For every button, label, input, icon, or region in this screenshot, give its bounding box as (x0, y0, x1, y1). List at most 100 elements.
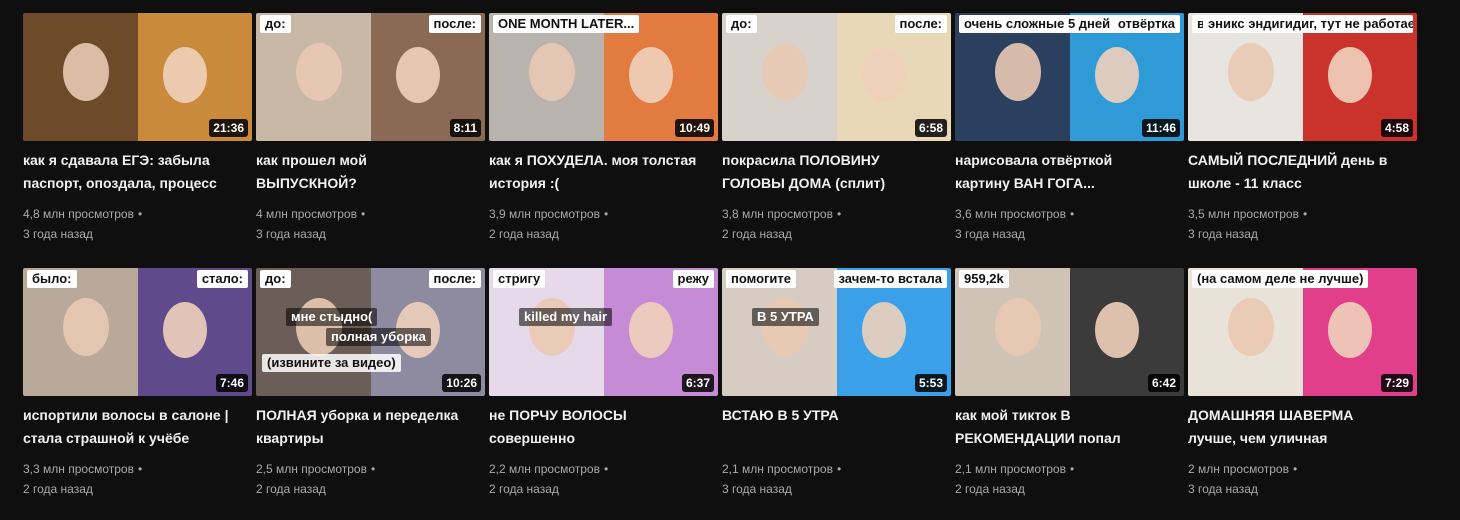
video-thumbnail[interactable]: помогите зачем-то встала В 5 УТРА 5:53 (722, 268, 951, 396)
upload-date: 2 года назад (489, 227, 559, 241)
view-count: 2,1 млн просмотров (722, 462, 833, 476)
video-meta: ВСТАЮ В 5 УТРА 2,1 млн просмотров • 3 год… (722, 396, 951, 499)
video-views-line: 4 млн просмотров • (256, 204, 485, 224)
video-views-line: 3,6 млн просмотров • (955, 204, 1184, 224)
thumbnail-overlay-text: В 5 УТРА (752, 308, 819, 326)
thumbnail-overlay-text: до: (260, 270, 291, 288)
thumbnail-overlay-text: было: (27, 270, 77, 288)
thumbnail-overlay-text: после: (428, 270, 481, 288)
video-title[interactable]: покрасила ПОЛОВИНУ ГОЛОВЫ ДОМА (сплит) (722, 149, 932, 195)
meta-separator: • (836, 207, 842, 221)
upload-date: 3 года назад (1188, 482, 1258, 496)
video-thumbnail[interactable]: стригу режу killed my hair 6:37 (489, 268, 718, 396)
thumbnail-overlay-text: эникс эндигидиг, тут не работает! (1203, 15, 1413, 33)
duration-badge: 5:53 (914, 374, 947, 392)
video-thumbnail[interactable]: ONE MONTH LATER... 10:49 (489, 13, 718, 141)
duration-badge: 21:36 (209, 119, 248, 137)
video-meta: нарисовала отвёрткой картину ВАН ГОГА...… (955, 141, 1184, 244)
thumbnail-face (529, 43, 575, 101)
thumbnail-face (862, 47, 906, 103)
thumbnail-face (995, 43, 1041, 101)
video-views-line: 4,8 млн просмотров • (23, 204, 252, 224)
meta-separator: • (1069, 462, 1075, 476)
thumbnail-overlay-text: (извините за видео) (262, 354, 401, 372)
thumbnail-face (63, 43, 109, 101)
thumbnail-face (396, 47, 440, 103)
upload-date: 2 года назад (722, 227, 792, 241)
duration-badge: 6:37 (681, 374, 714, 392)
video-card-11[interactable]: 959,2k 6:42 как мой тикток В РЕКОМЕНДАЦИ… (955, 268, 1184, 520)
view-count: 3,9 млн просмотров (489, 207, 600, 221)
thumbnail-overlay-text: помогите (726, 270, 797, 288)
thumbnail-face (1228, 298, 1274, 356)
video-title[interactable]: ПОЛНАЯ уборка и переделка квартиры (256, 404, 466, 450)
view-count: 2,2 млн просмотров (489, 462, 600, 476)
video-meta: покрасила ПОЛОВИНУ ГОЛОВЫ ДОМА (сплит) 3… (722, 141, 951, 244)
thumbnail-face (629, 302, 673, 358)
view-count: 2,5 млн просмотров (256, 462, 367, 476)
thumbnail-overlay-text: до: (726, 15, 757, 33)
view-count: 2,1 млн просмотров (955, 462, 1066, 476)
video-thumbnail[interactable]: 21:36 (23, 13, 252, 141)
upload-date: 3 года назад (955, 227, 1025, 241)
video-card-4[interactable]: до: после: 6:58 покрасила ПОЛОВИНУ ГОЛОВЫ… (722, 13, 951, 265)
thumbnail-overlay-text: 959,2k (959, 270, 1009, 288)
video-card-2[interactable]: до: после: 8:11 как прошел мой ВЫПУСКНОЙ?… (256, 13, 485, 265)
thumbnail-face (1095, 47, 1139, 103)
video-meta: как прошел мой ВЫПУСКНОЙ? 4 млн просмотр… (256, 141, 485, 244)
meta-separator: • (137, 207, 143, 221)
video-thumbnail[interactable]: было: стало: 7:46 (23, 268, 252, 396)
video-card-12[interactable]: (на самом деле не лучше) 7:29 ДОМАШНЯЯ Ш… (1188, 268, 1417, 520)
video-card-5[interactable]: очень сложные 5 дней рисования отвёртка 1… (955, 13, 1184, 265)
upload-date: 3 года назад (722, 482, 792, 496)
video-title[interactable]: не ПОРЧУ ВОЛОСЫ совершенно (489, 404, 699, 450)
meta-separator: • (603, 462, 609, 476)
video-title[interactable]: ВСТАЮ В 5 УТРА (722, 404, 932, 450)
video-card-8[interactable]: до: после: мне стыдно(полная уборка (извини… (256, 268, 485, 520)
thumbnail-overlay-text: ONE MONTH LATER... (493, 15, 640, 33)
video-card-7[interactable]: было: стало: 7:46 испортили волосы в сало… (23, 268, 252, 520)
video-thumbnail[interactable]: 959,2k 6:42 (955, 268, 1184, 396)
video-title[interactable]: как прошел мой ВЫПУСКНОЙ? (256, 149, 466, 195)
duration-badge: 10:26 (442, 374, 481, 392)
video-card-1[interactable]: 21:36 как я сдавала ЕГЭ: забыла паспорт,… (23, 13, 252, 265)
thumbnail-overlay-text: отвёртка (1112, 15, 1180, 33)
video-views-line: 3,5 млн просмотров • (1188, 204, 1417, 224)
video-thumbnail[interactable]: очень сложные 5 дней рисования отвёртка 1… (955, 13, 1184, 141)
view-count: 4,8 млн просмотров (23, 207, 134, 221)
video-meta: испортили волосы в салоне | стала страшн… (23, 396, 252, 499)
video-card-9[interactable]: стригу режу killed my hair 6:37 не ПОРЧУ В… (489, 268, 718, 520)
video-card-6[interactable]: взрослая жизньэникс эндигидиг, тут не ра… (1188, 13, 1417, 265)
video-title[interactable]: как мой тикток В РЕКОМЕНДАЦИИ попал (955, 404, 1165, 450)
thumbnail-overlay-text: зачем-то встала (833, 270, 947, 288)
meta-separator: • (360, 207, 366, 221)
video-thumbnail[interactable]: взрослая жизньэникс эндигидиг, тут не ра… (1188, 13, 1417, 141)
duration-badge: 4:58 (1380, 119, 1413, 137)
thumbnail-overlay-text: (на самом деле не лучше) (1192, 270, 1369, 288)
upload-date: 3 года назад (23, 227, 93, 241)
video-views-line: 3,3 млн просмотров • (23, 459, 252, 479)
video-title[interactable]: испортили волосы в салоне | стала страшн… (23, 404, 233, 450)
upload-date: 2 года назад (955, 482, 1025, 496)
video-title[interactable]: нарисовала отвёрткой картину ВАН ГОГА... (955, 149, 1165, 195)
meta-separator: • (1069, 207, 1075, 221)
duration-badge: 6:58 (914, 119, 947, 137)
video-card-3[interactable]: ONE MONTH LATER... 10:49 как я ПОХУДЕЛА.… (489, 13, 718, 265)
video-title[interactable]: ДОМАШНЯЯ ШАВЕРМА лучше, чем уличная (1188, 404, 1398, 450)
video-thumbnail[interactable]: до: после: мне стыдно(полная уборка (извини… (256, 268, 485, 396)
thumbnail-face (1328, 47, 1372, 103)
video-title[interactable]: как я ПОХУДЕЛА. моя толстая история :( (489, 149, 699, 195)
video-card-10[interactable]: помогите зачем-то встала В 5 УТРА 5:53 ВСТ… (722, 268, 951, 520)
video-views-line: 3,8 млн просмотров • (722, 204, 951, 224)
video-title[interactable]: САМЫЙ ПОСЛЕДНИЙ день в школе - 11 класс (1188, 149, 1398, 195)
video-title[interactable]: как я сдавала ЕГЭ: забыла паспорт, опозд… (23, 149, 233, 195)
upload-date: 2 года назад (23, 482, 93, 496)
video-grid: 21:36 как я сдавала ЕГЭ: забыла паспорт,… (23, 13, 1417, 520)
video-thumbnail[interactable]: (на самом деле не лучше) 7:29 (1188, 268, 1417, 396)
thumbnail-face (762, 298, 808, 356)
video-meta: не ПОРЧУ ВОЛОСЫ совершенно 2,2 млн просм… (489, 396, 718, 499)
thumbnail-face (1095, 302, 1139, 358)
video-views-line: 3,9 млн просмотров • (489, 204, 718, 224)
video-thumbnail[interactable]: до: после: 8:11 (256, 13, 485, 141)
video-thumbnail[interactable]: до: после: 6:58 (722, 13, 951, 141)
